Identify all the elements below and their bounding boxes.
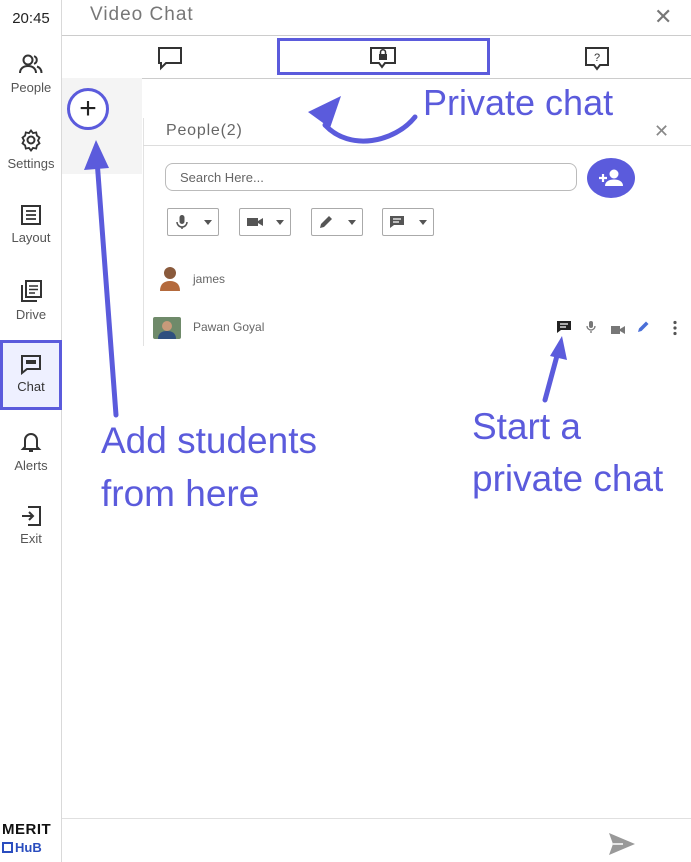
arrow-add-students-head xyxy=(84,140,109,170)
annotation-private-chat: Private chat xyxy=(423,82,614,123)
arrow-start-private-head xyxy=(550,336,567,360)
annotation-add-students-1: Add students xyxy=(101,420,317,461)
arrow-add-students xyxy=(94,157,119,418)
arrow-private-chat-head xyxy=(308,96,341,128)
annotation-add-students-2: from here xyxy=(101,473,260,514)
annotation-start-private-1: Start a xyxy=(472,406,581,447)
annotation-start-private-2: private chat xyxy=(472,458,664,499)
arrow-start-private xyxy=(542,349,561,403)
arrow-private-chat xyxy=(322,114,418,144)
